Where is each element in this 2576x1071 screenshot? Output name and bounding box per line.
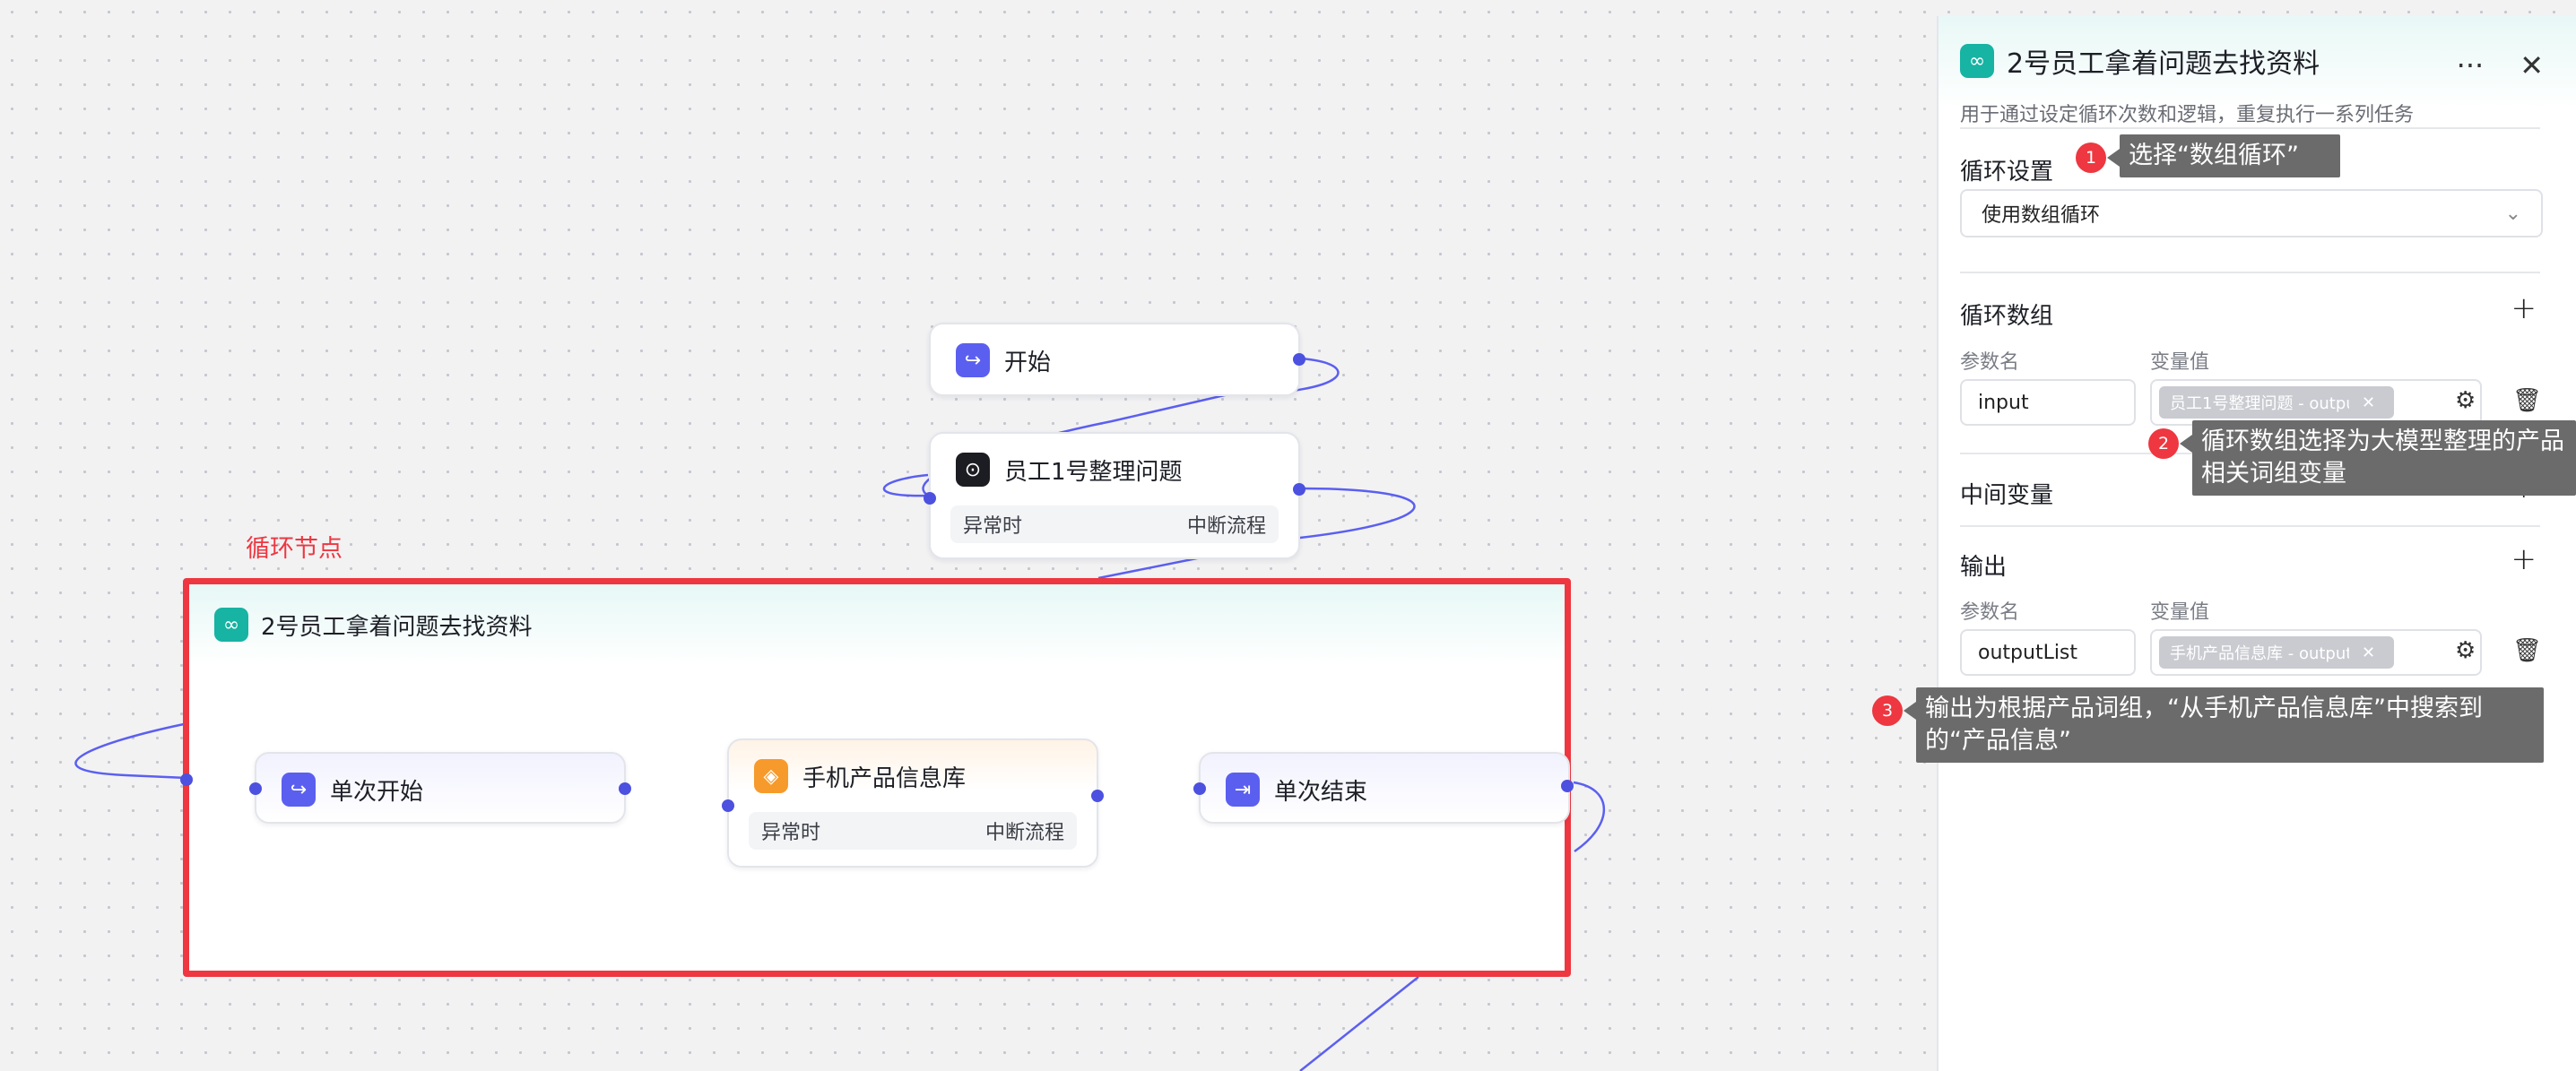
- variable-tag-text: 员工1号整理问题 - output: [2170, 394, 2349, 413]
- llm-node-title: 员工1号整理问题: [1004, 458, 1183, 486]
- loop-array-param-input[interactable]: input: [1960, 379, 2136, 426]
- output-param-label: 参数名: [1960, 601, 2020, 624]
- edge-loop-exit: [1573, 781, 1606, 853]
- panel-loop-icon: ∞: [1960, 44, 1994, 78]
- inner-start-icon: ↪: [282, 773, 316, 807]
- loop-array-value-label: 变量值: [2150, 351, 2210, 374]
- trash-icon[interactable]: 🗑: [2512, 387, 2542, 414]
- inner-start-title: 单次开始: [330, 778, 424, 806]
- annotation-text-3b: 的“产品信息”: [1925, 727, 2071, 755]
- loop-array-param-value: input: [1978, 391, 2029, 414]
- annotation-callout-3: 输出为根据产品词组，“从手机产品信息库”中搜索到 的“产品信息”: [1904, 687, 2544, 763]
- loop-annotation-label: 循环节点: [246, 535, 343, 563]
- edge-llm-loop-entry: [882, 473, 929, 497]
- more-icon[interactable]: ···: [2457, 48, 2485, 82]
- loop-node-title: 2号员工拿着问题去找资料: [261, 613, 533, 641]
- annotation-callout-2: 循环数组选择为大模型整理的产品 相关词组变量: [2180, 420, 2576, 496]
- annotation-text-2b: 相关词组变量: [2201, 460, 2346, 488]
- inner-start-node[interactable]: ↪ 单次开始: [249, 752, 631, 824]
- tag-close-icon[interactable]: ✕: [2362, 643, 2375, 662]
- output-param-input[interactable]: outputList: [1960, 629, 2136, 676]
- trash-icon[interactable]: 🗑: [2512, 637, 2542, 664]
- loop-output-port[interactable]: [1561, 780, 1574, 792]
- panel-header: ∞ 2号员工拿着问题去找资料 ··· ✕ 用于通过设定循环次数和逻辑，重复执行一…: [1939, 16, 2576, 151]
- output-value-field[interactable]: 手机产品信息库 - outputList ✕: [2150, 629, 2482, 676]
- add-output-icon[interactable]: +: [2511, 541, 2537, 577]
- annotation-callout-1: 选择“数组循环”: [2107, 134, 2340, 177]
- start-output-port[interactable]: [1293, 353, 1305, 366]
- kb-output-port[interactable]: [1091, 790, 1104, 802]
- annotation-text-2a: 循环数组选择为大模型整理的产品: [2201, 428, 2564, 455]
- kb-exception-row: 异常时 中断流程: [749, 812, 1077, 850]
- add-loop-array-icon[interactable]: +: [2511, 290, 2537, 326]
- llm-exception-label: 异常时: [963, 515, 1023, 538]
- loop-settings-title: 循环设置: [1960, 159, 2054, 186]
- llm-node[interactable]: ⊙ 员工1号整理问题 异常时 中断流程: [924, 432, 1305, 559]
- annotation-text-3a: 输出为根据产品词组，“从手机产品信息库”中搜索到: [1925, 695, 2483, 722]
- chevron-down-icon: ⌄: [2504, 202, 2521, 225]
- loop-array-param-label: 参数名: [1960, 351, 2020, 374]
- annotation-badge-1: 1: [2076, 143, 2106, 173]
- start-icon: ↪: [956, 343, 990, 377]
- loop-node[interactable]: ∞ 2号员工拿着问题去找资料 ↪ 单次开始 ◈ 手机产品信息库 异常时 中断流程: [180, 578, 1574, 977]
- llm-icon: ⊙: [956, 453, 990, 487]
- output-param-value: outputList: [1978, 641, 2078, 664]
- start-node[interactable]: ↪ 开始: [929, 323, 1305, 396]
- gear-icon[interactable]: ⚙: [2455, 387, 2476, 414]
- loop-node-header: ∞ 2号员工拿着问题去找资料: [189, 584, 1565, 665]
- loop-type-value: 使用数组循环: [1982, 204, 2101, 227]
- kb-input-port[interactable]: [722, 799, 734, 812]
- close-icon[interactable]: ✕: [2520, 48, 2544, 82]
- annotation-badge-3: 3: [1872, 695, 1903, 726]
- loop-type-select[interactable]: 使用数组循环 ⌄: [1960, 189, 2543, 238]
- tag-close-icon[interactable]: ✕: [2362, 393, 2375, 412]
- kb-node[interactable]: ◈ 手机产品信息库 异常时 中断流程: [722, 738, 1104, 868]
- llm-exception-action: 中断流程: [1186, 515, 1266, 538]
- edge-loop-entry: [74, 722, 187, 780]
- kb-exception-action: 中断流程: [984, 822, 1064, 844]
- inner-start-input-port[interactable]: [249, 782, 262, 795]
- variable-tag-text: 手机产品信息库 - outputList: [2170, 644, 2349, 663]
- llm-input-port[interactable]: [924, 492, 936, 505]
- llm-exception-row: 异常时 中断流程: [950, 505, 1279, 543]
- knowledge-base-icon: ◈: [754, 759, 788, 793]
- edge-loop-bottom: [1299, 976, 1419, 1071]
- output-title: 输出: [1960, 554, 2008, 581]
- variable-tag[interactable]: 手机产品信息库 - outputList ✕: [2159, 636, 2394, 669]
- divider: [1960, 272, 2540, 273]
- output-value-label: 变量值: [2150, 601, 2210, 624]
- annotation-text-1: 选择“数组循环”: [2129, 142, 2299, 169]
- annotation-badge-2: 2: [2148, 428, 2179, 459]
- kb-exception-label: 异常时: [761, 822, 821, 844]
- start-node-title: 开始: [1004, 349, 1052, 376]
- gear-icon[interactable]: ⚙: [2455, 637, 2476, 664]
- inner-end-icon: ⇥: [1226, 773, 1260, 807]
- loop-icon: ∞: [214, 608, 248, 642]
- panel-title: 2号员工拿着问题去找资料: [2007, 48, 2320, 80]
- inner-end-title: 单次结束: [1274, 778, 1368, 806]
- llm-output-port[interactable]: [1293, 483, 1305, 496]
- inner-start-output-port[interactable]: [619, 782, 631, 795]
- panel-description: 用于通过设定循环次数和逻辑，重复执行一系列任务: [1960, 104, 2415, 126]
- loop-array-value-field[interactable]: 员工1号整理问题 - output ✕: [2150, 379, 2482, 426]
- kb-node-title: 手机产品信息库: [802, 764, 967, 792]
- divider: [1960, 127, 2540, 129]
- inner-end-input-port[interactable]: [1193, 782, 1206, 795]
- divider: [1960, 525, 2540, 527]
- inner-end-node[interactable]: ⇥ 单次结束: [1193, 752, 1570, 824]
- intermediate-title: 中间变量: [1960, 482, 2054, 509]
- variable-tag[interactable]: 员工1号整理问题 - output ✕: [2159, 386, 2394, 419]
- loop-input-port[interactable]: [180, 773, 193, 786]
- loop-array-title: 循环数组: [1960, 303, 2054, 330]
